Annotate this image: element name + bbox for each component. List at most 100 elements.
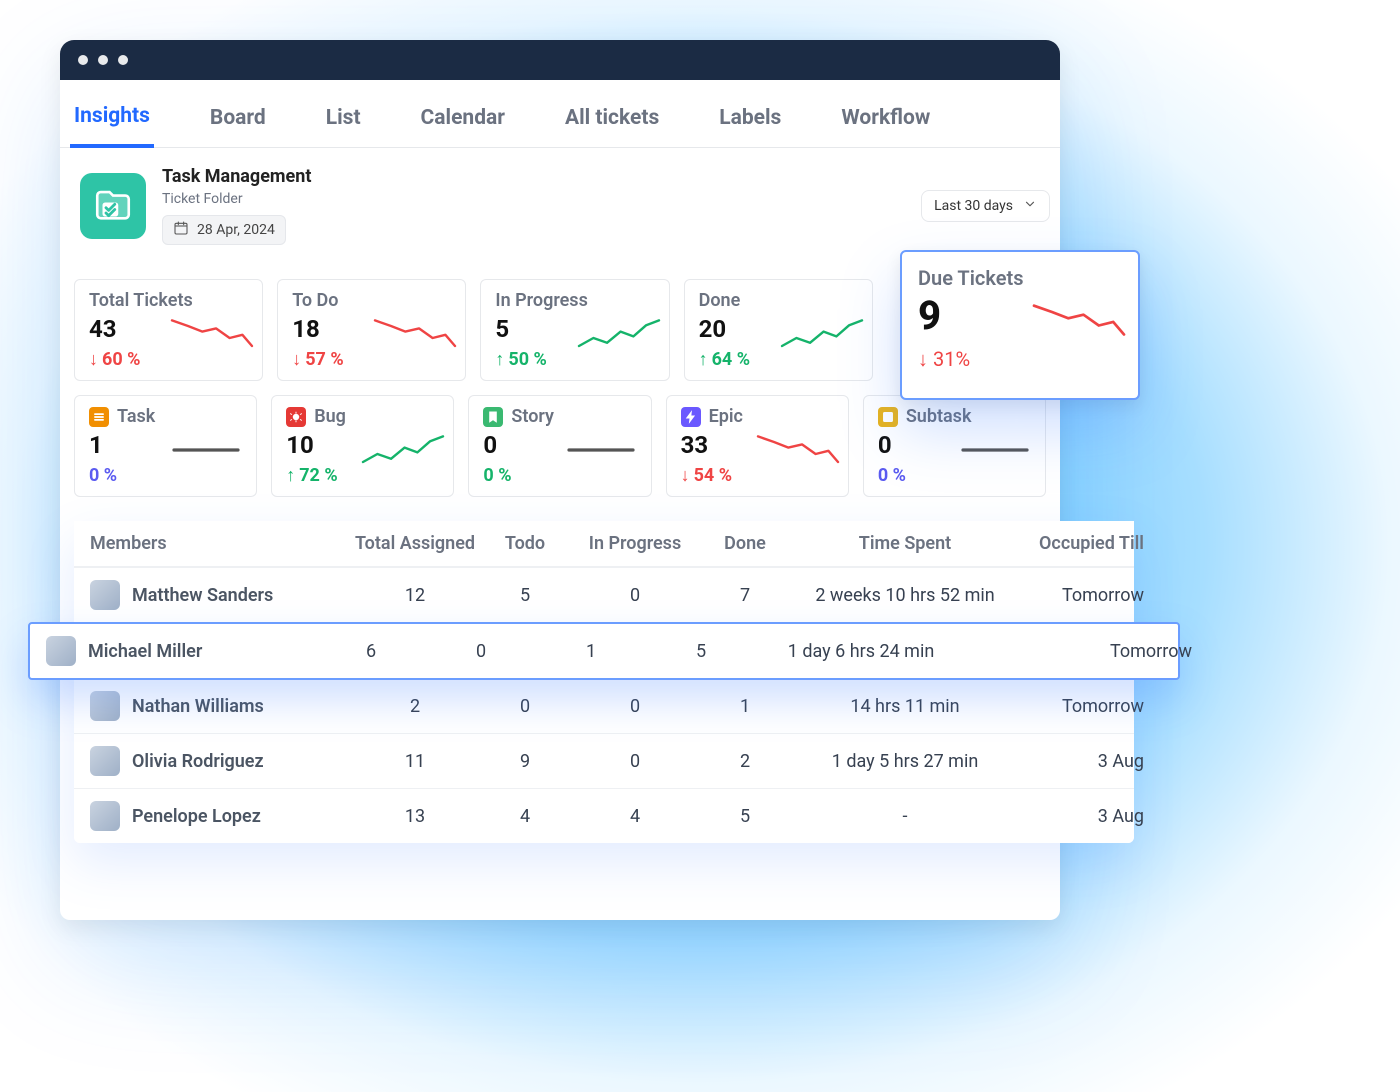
member-cell: Michael Miller bbox=[46, 636, 306, 666]
stat-delta: ↑50 % bbox=[495, 349, 546, 370]
page-subtitle: Ticket Folder bbox=[162, 191, 311, 207]
table-row[interactable]: Nathan Williams200114 hrs 11 minTomorrow bbox=[74, 679, 1134, 734]
col-todo[interactable]: Todo bbox=[480, 533, 570, 554]
cell-done: 5 bbox=[700, 806, 790, 827]
cell-occupied-till: 3 Aug bbox=[1020, 806, 1150, 827]
arrow-up-icon: ↑ bbox=[699, 349, 708, 370]
stat-delta: ↑64 % bbox=[699, 349, 750, 370]
date-chip[interactable]: 28 Apr, 2024 bbox=[162, 215, 286, 245]
type-label: Story bbox=[483, 406, 636, 427]
story-icon bbox=[483, 407, 503, 427]
cell-time-spent: 1 day 5 hrs 27 min bbox=[790, 751, 1020, 772]
cell-inprog: 0 bbox=[570, 751, 700, 772]
sparkline bbox=[782, 314, 862, 354]
cell-assigned: 2 bbox=[350, 696, 480, 717]
members-table-wrap: MembersTotal AssignedTodoIn ProgressDone… bbox=[74, 521, 1134, 843]
table-header: MembersTotal AssignedTodoIn ProgressDone… bbox=[74, 521, 1134, 568]
cell-inprog: 4 bbox=[570, 806, 700, 827]
stat-delta: ↓57 % bbox=[292, 349, 343, 370]
arrow-down-icon: ↓ bbox=[89, 349, 98, 370]
due-tickets-card[interactable]: Due Tickets 9 ↓ 31% bbox=[900, 250, 1140, 400]
sparkline bbox=[172, 314, 252, 354]
sparkline bbox=[579, 314, 659, 354]
date-range-label: Last 30 days bbox=[934, 198, 1013, 214]
stat-card-to-do[interactable]: To Do 18 ↓57 % bbox=[277, 279, 466, 381]
table-row[interactable]: Michael Miller60151 day 6 hrs 24 minTomo… bbox=[28, 622, 1180, 680]
stat-label: In Progress bbox=[495, 290, 654, 311]
col-in-progress[interactable]: In Progress bbox=[570, 533, 700, 554]
stat-delta: ↓60 % bbox=[89, 349, 140, 370]
type-delta: ↓54 % bbox=[681, 465, 732, 486]
sparkline bbox=[561, 430, 641, 470]
stat-card-in-progress[interactable]: In Progress 5 ↑50 % bbox=[480, 279, 669, 381]
due-delta: ↓ 31% bbox=[918, 347, 1122, 372]
members-table: MembersTotal AssignedTodoIn ProgressDone… bbox=[74, 521, 1134, 843]
type-card-bug[interactable]: Bug10↑72 % bbox=[271, 395, 454, 497]
cell-time-spent: 2 weeks 10 hrs 52 min bbox=[790, 585, 1020, 606]
page-title: Task Management bbox=[162, 166, 311, 187]
bug-icon bbox=[286, 407, 306, 427]
arrow-up-icon: ↑ bbox=[286, 465, 295, 486]
cell-todo: 0 bbox=[436, 641, 526, 662]
folder-icon bbox=[80, 173, 146, 239]
tab-list[interactable]: List bbox=[322, 96, 365, 146]
stat-label: Done bbox=[699, 290, 858, 311]
tab-workflow[interactable]: Workflow bbox=[837, 96, 934, 146]
col-occupied-till[interactable]: Occupied Till bbox=[1020, 533, 1150, 554]
member-cell: Penelope Lopez bbox=[90, 801, 350, 831]
cell-inprog: 0 bbox=[570, 585, 700, 606]
chevron-down-icon bbox=[1023, 197, 1037, 215]
col-total-assigned[interactable]: Total Assigned bbox=[350, 533, 480, 554]
cell-todo: 4 bbox=[480, 806, 570, 827]
type-card-subtask[interactable]: Subtask00 % bbox=[863, 395, 1046, 497]
avatar bbox=[90, 580, 120, 610]
calendar-icon bbox=[173, 220, 189, 240]
type-label: Epic bbox=[681, 406, 834, 427]
col-members[interactable]: Members bbox=[90, 533, 350, 554]
type-delta: 0 % bbox=[89, 465, 117, 486]
window-control-min[interactable] bbox=[98, 55, 108, 65]
window-control-max[interactable] bbox=[118, 55, 128, 65]
stat-card-done[interactable]: Done 20 ↑64 % bbox=[684, 279, 873, 381]
date-range-select[interactable]: Last 30 days bbox=[921, 190, 1050, 222]
stat-label: To Do bbox=[292, 290, 451, 311]
tab-board[interactable]: Board bbox=[206, 96, 270, 146]
avatar bbox=[90, 746, 120, 776]
cell-occupied-till: Tomorrow bbox=[1020, 696, 1150, 717]
type-card-story[interactable]: Story00 % bbox=[468, 395, 651, 497]
due-sparkline bbox=[1034, 296, 1124, 346]
cell-assigned: 12 bbox=[350, 585, 480, 606]
tab-all-tickets[interactable]: All tickets bbox=[561, 96, 663, 146]
type-label: Bug bbox=[286, 406, 439, 427]
table-row[interactable]: Penelope Lopez13445-3 Aug bbox=[74, 789, 1134, 843]
sparkline bbox=[955, 430, 1035, 470]
tab-calendar[interactable]: Calendar bbox=[417, 96, 509, 146]
stat-card-total-tickets[interactable]: Total Tickets 43 ↓60 % bbox=[74, 279, 263, 381]
sparkline bbox=[363, 430, 443, 470]
sparkline bbox=[375, 314, 455, 354]
window-control-close[interactable] bbox=[78, 55, 88, 65]
cell-occupied-till: Tomorrow bbox=[1020, 585, 1150, 606]
table-row[interactable]: Matthew Sanders125072 weeks 10 hrs 52 mi… bbox=[74, 568, 1134, 623]
cell-time-spent: 14 hrs 11 min bbox=[790, 696, 1020, 717]
col-time-spent[interactable]: Time Spent bbox=[790, 533, 1020, 554]
type-delta: ↑72 % bbox=[286, 465, 337, 486]
window-titlebar bbox=[60, 40, 1060, 80]
tab-insights[interactable]: Insights bbox=[70, 94, 154, 148]
cell-occupied-till: Tomorrow bbox=[976, 641, 1198, 662]
page-header: Task Management Ticket Folder 28 Apr, 20… bbox=[60, 148, 1060, 245]
type-delta: 0 % bbox=[878, 465, 906, 486]
cell-todo: 9 bbox=[480, 751, 570, 772]
table-row[interactable]: Olivia Rodriguez119021 day 5 hrs 27 min3… bbox=[74, 734, 1134, 789]
member-cell: Nathan Williams bbox=[90, 691, 350, 721]
subtask-icon bbox=[878, 407, 898, 427]
type-card-epic[interactable]: Epic33↓54 % bbox=[666, 395, 849, 497]
primary-tabs: Insights Board List Calendar All tickets Labe… bbox=[60, 80, 1060, 148]
col-done[interactable]: Done bbox=[700, 533, 790, 554]
avatar bbox=[90, 801, 120, 831]
cell-time-spent: 1 day 6 hrs 24 min bbox=[746, 641, 976, 662]
date-value: 28 Apr, 2024 bbox=[197, 222, 275, 238]
member-cell: Olivia Rodriguez bbox=[90, 746, 350, 776]
type-card-task[interactable]: Task10 % bbox=[74, 395, 257, 497]
tab-labels[interactable]: Labels bbox=[715, 96, 785, 146]
